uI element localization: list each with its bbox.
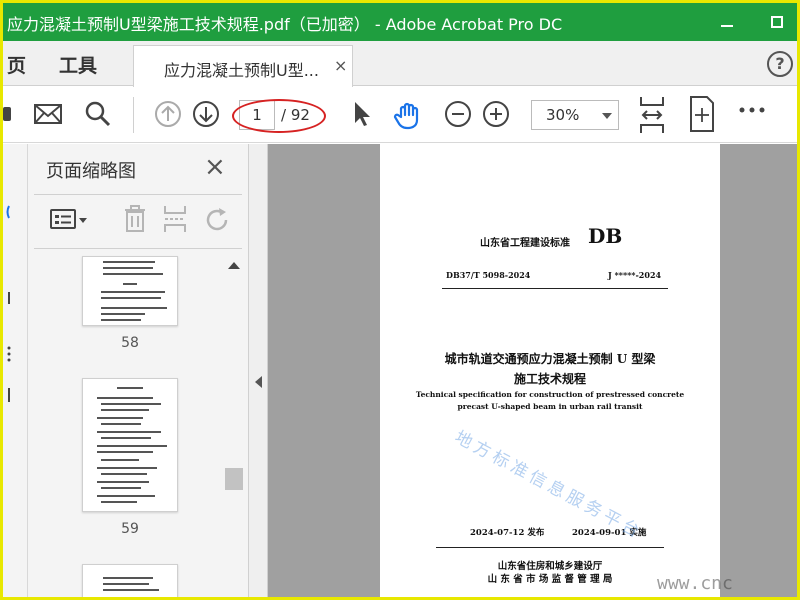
zoom-in-icon[interactable] xyxy=(481,99,511,129)
next-page-icon[interactable] xyxy=(191,99,221,129)
document-viewport[interactable]: 山东省工程建设标准 DB DB37/T 5098-2024 J *****-20… xyxy=(268,144,797,597)
zoom-select[interactable]: 30% xyxy=(531,100,619,130)
english-title-line2: precast U-shaped beam in urban rail tran… xyxy=(457,402,643,411)
standard-code: DB xyxy=(588,224,623,248)
tab-tools[interactable]: 工具 xyxy=(59,51,97,78)
thumb-text-line xyxy=(123,283,137,285)
header-rule xyxy=(442,288,668,289)
chevron-down-icon xyxy=(602,113,612,119)
thumb-text-line xyxy=(101,291,165,293)
issuer-line1: 山东省住房和城乡建设厅 xyxy=(497,561,603,572)
db-number: DB37/T 5098-2024 xyxy=(446,270,531,280)
search-icon[interactable] xyxy=(83,99,113,129)
toolbar: 1 / 92 30% xyxy=(3,87,797,143)
thumb-text-line xyxy=(101,501,137,503)
thumb-text-line xyxy=(101,313,145,315)
minimize-button[interactable] xyxy=(709,8,745,36)
thumb-text-line xyxy=(103,597,143,599)
thumb-text-line xyxy=(97,481,149,483)
tab-home[interactable]: 页 xyxy=(7,51,26,78)
thumb-text-line xyxy=(101,423,141,425)
title-bar: 应力混凝土预制U型梁施工技术规程.pdf（已加密） - Adobe Acroba… xyxy=(3,3,797,41)
previous-page-icon[interactable] xyxy=(153,99,183,129)
j-number: J *****-2024 xyxy=(608,270,662,280)
window-title: 应力混凝土预制U型梁施工技术规程.pdf（已加密） - Adobe Acroba… xyxy=(7,15,563,34)
thumbnail-panel: 页面缩略图 × 58 59 xyxy=(28,144,248,599)
tab-document[interactable]: 应力混凝土预制U型... × xyxy=(133,45,353,87)
maximize-button[interactable] xyxy=(759,8,795,36)
app-window: 应力混凝土预制U型梁施工技术规程.pdf（已加密） - Adobe Acroba… xyxy=(0,0,800,600)
chinese-title-line2: 施工技术规程 xyxy=(513,372,586,386)
thumbnail-label: 58 xyxy=(121,335,139,351)
document-tab-label: 应力混凝土预制U型... xyxy=(164,61,319,80)
delete-page-icon[interactable] xyxy=(122,204,148,234)
standard-label: 山东省工程建设标准 xyxy=(480,238,570,249)
hand-tool-icon[interactable] xyxy=(393,99,425,131)
thumb-text-line xyxy=(97,431,161,433)
rotate-page-icon[interactable] xyxy=(204,206,232,234)
document-page: 山东省工程建设标准 DB DB37/T 5098-2024 J *****-20… xyxy=(380,144,720,597)
thumb-text-line xyxy=(101,297,161,299)
page-number-annotation xyxy=(232,99,326,133)
thumb-text-line xyxy=(97,451,153,453)
thumb-text-line xyxy=(103,267,153,269)
fit-width-icon[interactable] xyxy=(637,95,667,135)
thumb-text-line xyxy=(97,467,157,469)
thumb-text-line xyxy=(103,577,153,579)
thumb-text-line xyxy=(97,445,167,447)
publish-date: 2024-07-12 发布 xyxy=(470,528,545,538)
thumbnail-page-58[interactable] xyxy=(82,256,178,326)
nav-strip-icons-icon[interactable] xyxy=(3,144,28,444)
thumb-text-line xyxy=(97,417,143,419)
fit-page-icon[interactable] xyxy=(687,95,717,135)
left-navigation-strip xyxy=(3,144,28,597)
email-icon[interactable] xyxy=(33,99,63,129)
thumb-text-line xyxy=(101,487,141,489)
english-title-line1: Technical specification for construction… xyxy=(415,390,685,399)
thumb-text-line xyxy=(103,273,163,275)
zoom-out-icon[interactable] xyxy=(443,99,473,129)
footer-rule xyxy=(436,547,664,548)
insert-page-icon[interactable] xyxy=(162,204,188,234)
thumb-text-line xyxy=(101,473,147,475)
watermark-url: www.cnc xyxy=(657,573,733,594)
thumb-text-line xyxy=(101,319,141,321)
close-panel-icon[interactable]: × xyxy=(204,152,226,182)
collapse-panel-icon[interactable] xyxy=(255,376,262,388)
minimize-icon xyxy=(721,25,733,27)
print-icon[interactable] xyxy=(3,99,13,129)
thumb-text-line xyxy=(101,403,161,405)
help-button[interactable]: ? xyxy=(767,51,793,77)
panel-splitter[interactable] xyxy=(248,144,268,597)
toolbar-separator xyxy=(133,97,134,133)
maximize-icon xyxy=(771,16,783,28)
thumb-text-line xyxy=(97,495,155,497)
thumb-text-line xyxy=(101,409,149,411)
thumb-text-line xyxy=(103,583,149,585)
tab-bar: 页 工具 应力混凝土预制U型... × ? xyxy=(3,41,797,87)
thumbnail-label: 59 xyxy=(121,521,139,537)
thumb-text-line xyxy=(97,397,153,399)
scroll-up-icon[interactable] xyxy=(228,262,240,269)
thumbnail-page-59[interactable] xyxy=(82,378,178,512)
more-options-icon[interactable] xyxy=(739,105,765,115)
thumb-text-line xyxy=(101,459,139,461)
chinese-title-line1: 城市轨道交通预应力混凝土预制 U 型梁 xyxy=(444,352,656,366)
select-cursor-icon[interactable] xyxy=(349,99,373,129)
thumb-text-line xyxy=(103,261,155,263)
thumbnail-scrollbar[interactable] xyxy=(224,254,244,597)
thumbnail-page-60[interactable] xyxy=(82,564,178,599)
scrollbar-thumb[interactable] xyxy=(225,468,243,490)
thumbnail-options-icon[interactable] xyxy=(50,208,88,232)
close-tab-icon[interactable]: × xyxy=(334,56,347,75)
thumb-text-line xyxy=(117,387,143,389)
thumb-text-line xyxy=(103,589,159,591)
thumb-text-line xyxy=(101,307,167,309)
panel-divider xyxy=(34,194,242,195)
thumbnail-panel-title: 页面缩略图 xyxy=(46,161,136,182)
panel-divider xyxy=(34,248,242,249)
thumb-text-line xyxy=(101,437,151,439)
zoom-value: 30% xyxy=(546,106,580,124)
